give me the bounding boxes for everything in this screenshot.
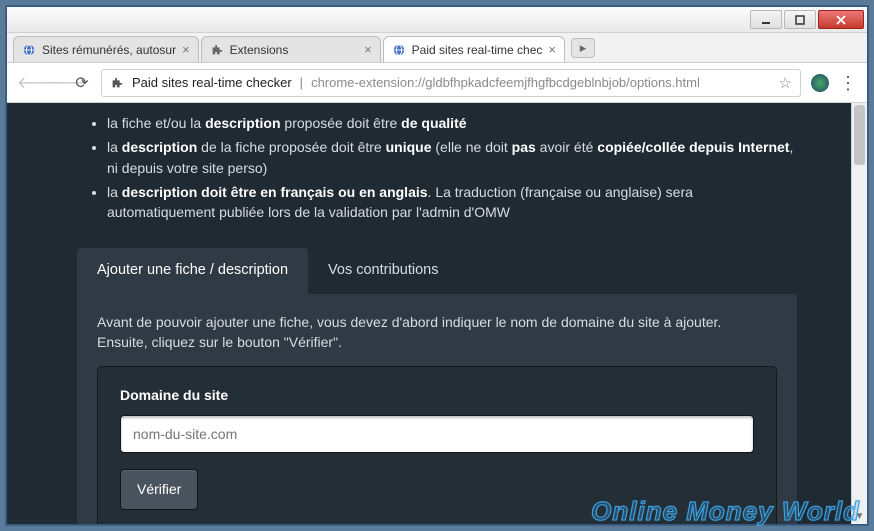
- tab-label: Sites rémunérés, autosur: [42, 43, 176, 57]
- vertical-scrollbar[interactable]: ▲ ▼: [851, 103, 867, 524]
- scroll-down-icon[interactable]: ▼: [852, 508, 867, 524]
- list-item: la description de la fiche proposée doit…: [107, 137, 797, 178]
- kebab-menu-icon[interactable]: ⋮: [839, 74, 857, 92]
- address-bar[interactable]: Paid sites real-time checker | chrome-ex…: [101, 69, 801, 97]
- close-icon[interactable]: ×: [182, 42, 190, 57]
- new-tab-button[interactable]: ▸: [571, 38, 595, 58]
- back-icon[interactable]: 🡐: [17, 72, 35, 93]
- bookmark-star-icon[interactable]: ☆: [779, 74, 792, 92]
- extension-badge-icon[interactable]: [811, 74, 829, 92]
- list-item: la description doit être en français ou …: [107, 182, 797, 223]
- reload-icon[interactable]: ⟳: [73, 73, 91, 93]
- page-viewport: la fiche et/ou la description proposée d…: [7, 103, 867, 524]
- browser-tab-active[interactable]: Paid sites real-time chec ×: [383, 36, 565, 62]
- window-close-button[interactable]: [818, 10, 864, 29]
- browser-tab[interactable]: Sites rémunérés, autosur ×: [13, 36, 199, 62]
- window-minimize-button[interactable]: [750, 10, 782, 29]
- address-title: Paid sites real-time checker: [132, 75, 292, 90]
- list-item: la fiche et/ou la description proposée d…: [107, 113, 797, 133]
- forward-icon[interactable]: 🡒: [45, 72, 63, 93]
- window-frame: Sites rémunérés, autosur × Extensions × …: [6, 6, 868, 525]
- content-tabs: Ajouter une fiche / description Vos cont…: [77, 248, 797, 293]
- close-icon[interactable]: ×: [364, 42, 372, 57]
- domain-input[interactable]: [120, 415, 754, 453]
- browser-tab[interactable]: Extensions ×: [201, 36, 381, 62]
- tab-label: Paid sites real-time chec: [412, 43, 543, 57]
- window-maximize-button[interactable]: [784, 10, 816, 29]
- tab-label: Extensions: [230, 43, 358, 57]
- puzzle-icon: [110, 76, 124, 90]
- domain-label: Domaine du site: [120, 385, 754, 405]
- globe-icon: [22, 43, 36, 57]
- browser-toolbar: 🡐 🡒 ⟳ Paid sites real-time checker | chr…: [7, 63, 867, 103]
- rules-list: la fiche et/ou la description proposée d…: [77, 103, 797, 248]
- verify-button[interactable]: Vérifier: [120, 469, 198, 509]
- tab-add-description[interactable]: Ajouter une fiche / description: [77, 248, 308, 293]
- globe-icon: [392, 43, 406, 57]
- os-titlebar: [7, 7, 867, 33]
- close-icon[interactable]: ×: [548, 42, 556, 57]
- active-panel: Avant de pouvoir ajouter une fiche, vous…: [77, 294, 797, 525]
- scroll-thumb[interactable]: [854, 105, 865, 165]
- address-separator: |: [300, 75, 303, 90]
- domain-form: Domaine du site Vérifier: [97, 366, 777, 524]
- browser-tabstrip: Sites rémunérés, autosur × Extensions × …: [7, 33, 867, 63]
- intro-text: Avant de pouvoir ajouter une fiche, vous…: [97, 312, 777, 353]
- puzzle-icon: [210, 43, 224, 57]
- tab-contributions[interactable]: Vos contributions: [308, 248, 458, 293]
- address-url: chrome-extension://gldbfhpkadcfeemjfhgfb…: [311, 75, 770, 90]
